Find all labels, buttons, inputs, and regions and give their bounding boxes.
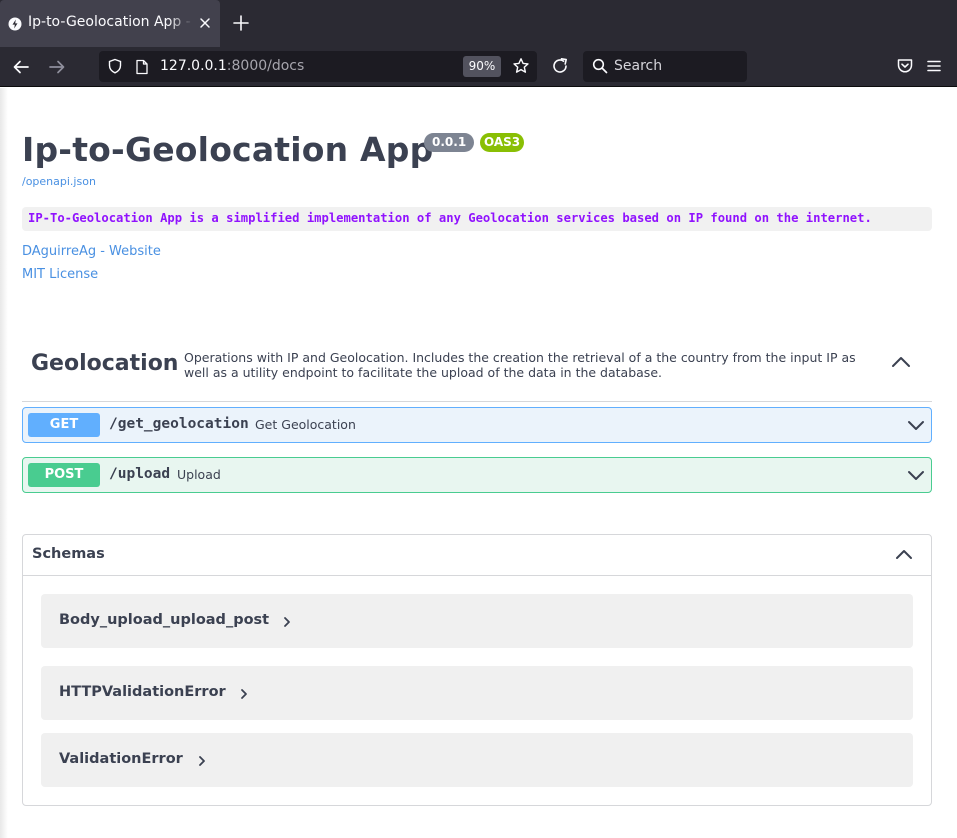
pocket-icon[interactable] [896,57,914,75]
schemas-title: Schemas [32,546,105,562]
chevron-down-icon[interactable] [907,469,925,481]
search-box[interactable]: Search [583,51,747,82]
url-bar[interactable]: 127.0.0.1:8000/docs 90% [99,51,537,82]
model-validation-error[interactable]: ValidationError [41,733,913,787]
oas-badge: OAS3 [480,133,525,152]
model-name: Body_upload_upload_post [59,612,270,628]
api-title: Ip-to-Geolocation App [22,130,434,169]
api-description-text: IP-To-Geolocation App is a simplified im… [28,211,872,225]
schemas-section: Schemas Body_upload_upload_post HTTPVali… [22,534,932,806]
chevron-right-icon[interactable] [240,688,248,700]
operation-post-upload[interactable]: POST /upload Upload [22,457,932,493]
tag-name: Geolocation [31,351,179,376]
model-http-validation-error[interactable]: HTTPValidationError [41,666,913,720]
tab-title: Ip-to-Geolocation App - Swagger UI [28,14,193,30]
url-host: 127.0.0.1 [160,58,227,74]
operation-path: /get_geolocation [109,416,249,432]
method-badge-get: GET [28,413,100,437]
schemas-header[interactable]: Schemas [23,535,931,576]
api-description: IP-To-Geolocation App is a simplified im… [22,207,932,231]
new-tab-icon[interactable] [232,14,250,32]
url-path: :8000/docs [226,58,305,74]
chevron-right-icon[interactable] [198,755,206,767]
page-info-icon[interactable] [135,59,149,75]
operation-path: /upload [109,466,171,482]
operation-summary: Upload [177,467,221,482]
url-text[interactable]: 127.0.0.1:8000/docs [160,58,304,74]
openapi-json-link[interactable]: /openapi.json [22,175,96,188]
hamburger-menu-icon[interactable] [925,57,943,75]
back-arrow-icon[interactable] [11,57,31,77]
close-tab-icon[interactable] [197,15,213,31]
version-badge: 0.0.1 [424,133,475,152]
chevron-up-icon[interactable] [895,548,913,560]
model-body-upload-upload-post[interactable]: Body_upload_upload_post [41,594,913,648]
operation-get-geolocation[interactable]: GET /get_geolocation Get Geolocation [22,407,932,443]
method-badge-post: POST [28,463,100,487]
chevron-right-icon[interactable] [283,616,291,628]
search-icon [592,58,608,74]
model-name: HTTPValidationError [59,684,226,700]
shield-icon[interactable] [107,58,123,74]
page-edge-shadow [0,88,8,838]
forward-arrow-icon[interactable] [47,57,67,77]
browser-tab[interactable]: Ip-to-Geolocation App - Swagger UI [0,0,220,47]
operation-summary: Get Geolocation [255,417,356,432]
contact-website-link[interactable]: DAguirreAg - Website [22,244,161,259]
chevron-up-icon[interactable] [890,355,912,369]
browser-nav-bar: 127.0.0.1:8000/docs 90% Search [0,47,957,87]
search-placeholder: Search [614,58,663,74]
reload-icon[interactable] [551,57,569,75]
swagger-favicon-icon [8,17,22,31]
bookmark-star-icon[interactable] [512,57,530,75]
license-link[interactable]: MIT License [22,267,98,282]
tag-description: Operations with IP and Geolocation. Incl… [184,350,856,380]
chevron-down-icon[interactable] [907,419,925,431]
browser-tab-bar: Ip-to-Geolocation App - Swagger UI [0,0,957,47]
zoom-level-badge[interactable]: 90% [463,56,501,77]
model-name: ValidationError [59,751,183,767]
tag-geolocation-header[interactable]: Geolocation Operations with IP and Geolo… [22,338,932,402]
